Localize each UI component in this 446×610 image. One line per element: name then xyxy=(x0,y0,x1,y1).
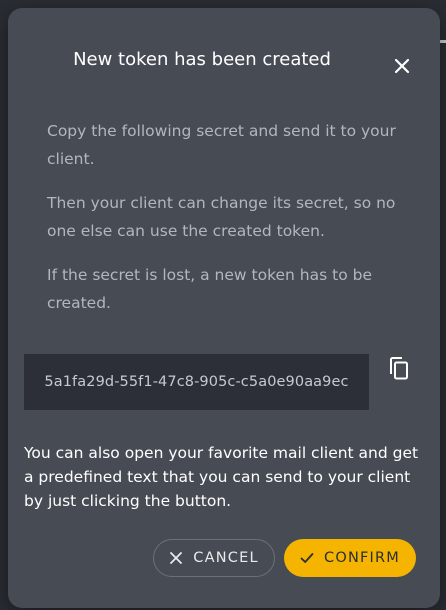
cancel-button[interactable]: CANCEL xyxy=(153,539,275,577)
instruction-paragraph-lost-secret: If the secret is lost, a new token has t… xyxy=(47,266,372,312)
instruction-paragraph-copy: Copy the following secret and send it to… xyxy=(47,122,396,168)
instruction-paragraph-change-secret: Then your client can change its secret, … xyxy=(47,194,396,240)
cancel-button-label: CANCEL xyxy=(193,550,259,566)
dialog-title: New token has been created xyxy=(73,49,331,70)
confirm-button[interactable]: CONFIRM xyxy=(284,539,416,577)
token-created-dialog: New token has been created Copy the foll… xyxy=(8,8,440,608)
close-icon xyxy=(394,58,410,74)
confirm-button-label: CONFIRM xyxy=(324,550,400,566)
close-button[interactable] xyxy=(388,52,416,80)
copy-icon xyxy=(390,357,408,380)
close-icon xyxy=(169,551,183,565)
check-icon xyxy=(300,551,314,565)
secret-value-field[interactable]: 5a1fa29d-55f1-47c8-905c-c5a0e90aa9ec xyxy=(24,354,369,410)
mail-client-info-text: You can also open your favorite mail cli… xyxy=(24,444,419,510)
copy-secret-button[interactable] xyxy=(387,356,411,382)
